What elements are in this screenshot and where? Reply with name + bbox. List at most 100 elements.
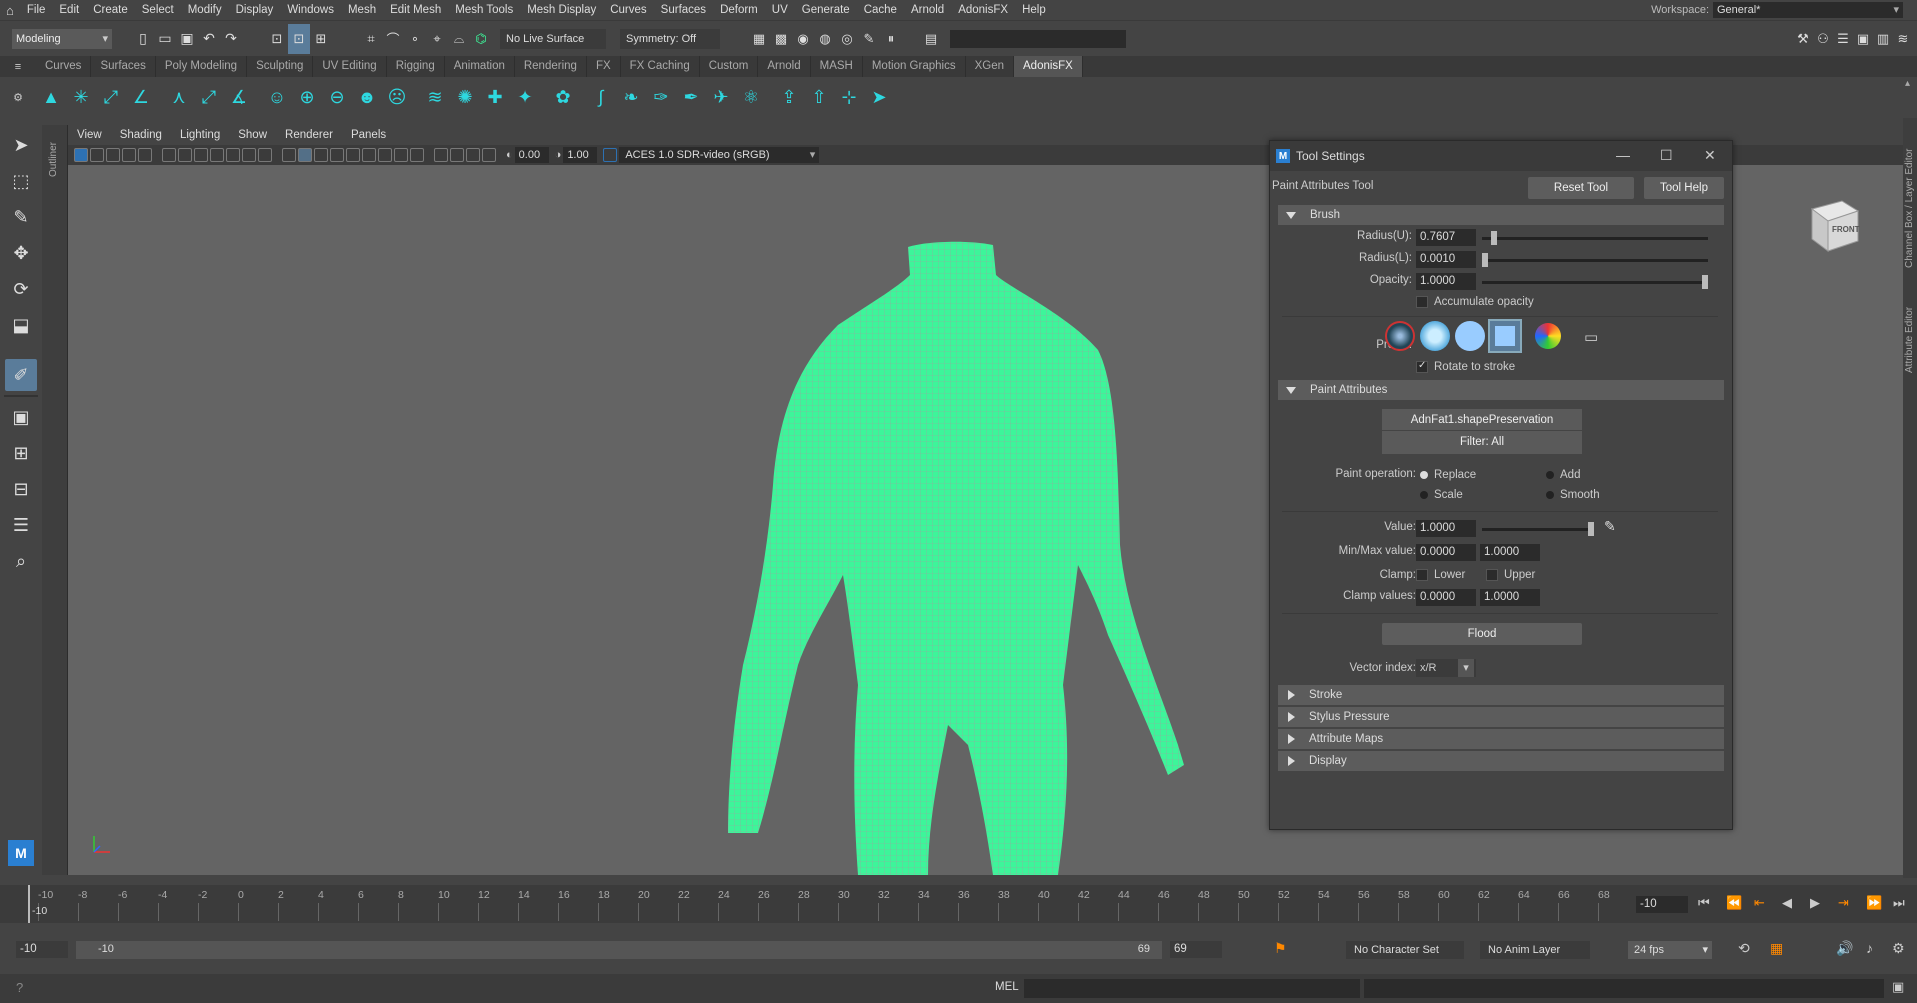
home-icon[interactable]: ⌂ [0,3,20,18]
step-back-key-icon[interactable]: ⏪ [1726,895,1742,911]
key-icon[interactable]: ⚑ [1274,940,1287,957]
lights-icon[interactable] [346,148,360,162]
render-settings-icon[interactable]: ◍ [814,24,836,54]
rig-icon[interactable]: ⋏ [164,83,194,113]
stroke-section-header[interactable]: Stroke [1278,685,1724,705]
menu-uv[interactable]: UV [765,0,795,20]
face-remove-icon[interactable]: ⊖ [322,83,352,113]
value-field[interactable]: 1.0000 [1416,520,1476,537]
new-scene-icon[interactable]: ▯ [132,24,154,54]
2d-pan-icon[interactable] [122,148,136,162]
time-slider[interactable]: -10 -8 -6 -4 -2 0 2 4 6 8 10 12 14 16 18 20 22 24 26 28 30 32… [0,885,1917,923]
shelf-tab-rigging[interactable]: Rigging [387,56,445,77]
help-icon[interactable]: ? [16,980,23,995]
folder-icon[interactable]: ▭ [1584,328,1598,346]
menu-file[interactable]: File [20,0,53,20]
rotate-tool-icon[interactable]: ⟳ [5,273,37,305]
clamp-lower-checkbox[interactable] [1416,569,1428,581]
fat-pose-icon[interactable]: ✺ [450,83,480,113]
menu-curves[interactable]: Curves [603,0,653,20]
leaf-icon[interactable]: ❧ [616,83,646,113]
rig-slide-icon[interactable]: ∡ [224,83,254,113]
camera-attr-icon[interactable] [74,148,88,162]
paint-attributes-tool-icon[interactable]: ✐ [5,359,37,391]
resolution-gate-icon[interactable] [194,148,208,162]
clamp-max-field[interactable]: 1.0000 [1480,589,1540,606]
vp-menu-renderer[interactable]: Renderer [276,129,342,141]
export-icon[interactable]: ⇪ [774,83,804,113]
live-surface-field[interactable]: No Live Surface [500,28,606,49]
move-tool-icon[interactable]: ✥ [5,237,37,269]
shelf-tab-fx-caching[interactable]: FX Caching [621,56,700,77]
two-view-icon[interactable]: ⊟ [5,473,37,505]
menu-cache[interactable]: Cache [857,0,904,20]
attribute-editor-icon[interactable]: ☰ [1833,24,1853,54]
loop-icon[interactable]: ⟲ [1738,940,1750,957]
depth-of-field-icon[interactable] [410,148,424,162]
shelf-tab-uv-editing[interactable]: UV Editing [313,56,387,77]
render-view-icon[interactable]: ✎ [858,24,880,54]
menu-modify[interactable]: Modify [181,0,229,20]
snap-live-icon[interactable]: ⌬ [470,24,492,54]
attribute-name[interactable]: AdnFat1.shapePreservation [1382,409,1582,431]
shelf-tab-xgen[interactable]: XGen [966,56,1014,77]
ipr-render-icon[interactable]: ◉ [792,24,814,54]
smooth-shade-icon[interactable] [298,148,312,162]
outliner-strip[interactable]: Outliner [42,125,68,875]
muscle-create-icon[interactable]: ▲ [36,83,66,113]
face-mask-icon[interactable]: ☻ [352,83,382,113]
add-radio[interactable] [1546,471,1554,479]
shelf-tab-poly-modeling[interactable]: Poly Modeling [156,56,248,77]
menu-mesh[interactable]: Mesh [341,0,383,20]
command-input[interactable] [1024,979,1360,998]
symmetry-field[interactable]: Symmetry: Off [620,28,720,49]
modeling-toolkit-icon[interactable]: ⚒ [1793,24,1813,54]
attribute-editor-tab[interactable]: Attribute Editor [1904,307,1915,373]
workspace-select[interactable]: General* ▾ [1713,2,1903,18]
help-pointer-icon[interactable]: ➤ [864,83,894,113]
go-to-end-icon[interactable]: ⏭ [1893,895,1905,911]
single-view-icon[interactable]: ▣ [5,401,37,433]
film-gate-icon[interactable] [178,148,192,162]
attribute-list[interactable]: AdnFat1.shapePreservation Filter: All [1382,409,1582,454]
current-time-marker[interactable] [28,885,30,923]
display-section-header[interactable]: Display [1278,751,1724,771]
rig-dir-icon[interactable]: ⤢ [194,83,224,113]
vp-menu-panels[interactable]: Panels [342,129,395,141]
textured-icon[interactable] [330,148,344,162]
paint-select-icon[interactable]: ✎ [5,201,37,233]
radius-l-handle[interactable] [1482,253,1488,267]
sensor-icon[interactable]: ✿ [548,83,578,113]
vp-menu-show[interactable]: Show [229,129,276,141]
menu-mesh-display[interactable]: Mesh Display [520,0,603,20]
face-add-icon[interactable]: ⊕ [292,83,322,113]
snap-point-icon[interactable]: ∘ [404,24,426,54]
shelf-tab-adonisfx[interactable]: AdonisFX [1014,56,1083,77]
save-scene-icon[interactable]: ▣ [176,24,198,54]
four-view-icon[interactable]: ⊞ [5,437,37,469]
tool-settings-icon[interactable]: ▣ [1853,24,1873,54]
shelf-tab-sculpting[interactable]: Sculpting [247,56,314,77]
import-icon[interactable]: ⇧ [804,83,834,113]
outliner-view-icon[interactable]: ☰ [5,509,37,541]
go-to-start-icon[interactable]: ⏮ [1698,895,1710,911]
flood-button[interactable]: Flood [1382,623,1582,645]
profile-square-icon[interactable] [1488,319,1522,353]
select-tool-icon[interactable]: ➤ [5,129,37,161]
face-skin-icon[interactable]: ☹ [382,83,412,113]
anim-layer-select[interactable]: No Anim Layer [1480,941,1590,959]
shelf-tab-fx[interactable]: FX [587,56,621,77]
shelf-tab-curves[interactable]: Curves [36,56,92,77]
attachment-dir-icon[interactable]: ⤢ [96,83,126,113]
vector-index-select[interactable]: x/R ▾ [1416,659,1476,677]
maximize-icon[interactable]: ☐ [1660,147,1673,164]
step-back-frame-icon[interactable]: ⇤ [1754,895,1765,911]
snap-view-icon[interactable]: ⌖ [426,24,448,54]
solver-edit-icon[interactable]: ⚛ [736,83,766,113]
value-slider[interactable] [1482,522,1594,536]
radius-u-handle[interactable] [1490,231,1497,245]
paint-add-icon[interactable]: ✑ [646,83,676,113]
max-value-field[interactable]: 1.0000 [1480,544,1540,561]
lasso-tool-icon[interactable]: ⬚ [5,165,37,197]
pause-icon[interactable]: ⏸ [880,24,902,54]
